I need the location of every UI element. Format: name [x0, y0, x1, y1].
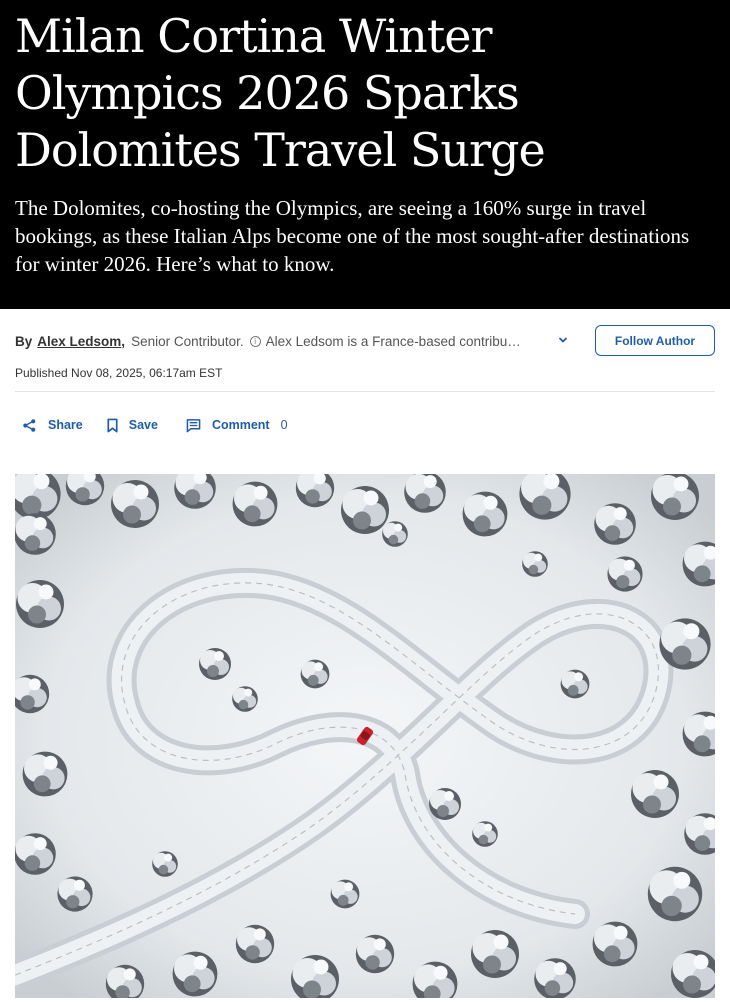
author-title: Senior Contributor. — [131, 333, 244, 349]
share-button[interactable]: Share — [22, 418, 83, 433]
byline: By Alex Ledsom , Senior Contributor. i A… — [15, 331, 522, 351]
comment-label: Comment — [211, 418, 270, 432]
article-dek: The Dolomites, co-hosting the Olympics, … — [15, 196, 690, 276]
divider — [15, 391, 715, 392]
author-link[interactable]: Alex Ledsom — [37, 334, 121, 349]
byline-comma: , — [121, 333, 126, 349]
comment-icon — [186, 418, 201, 432]
comment-button[interactable]: Comment 0 — [186, 418, 288, 433]
share-icon — [23, 418, 36, 432]
hero-image — [15, 474, 715, 998]
headline: Milan Cortina Winter Olympics 2026 Spark… — [15, 9, 546, 177]
save-button[interactable]: Save — [105, 418, 158, 433]
follow-author-button[interactable]: Follow Author — [595, 325, 715, 356]
bookmark-icon — [107, 418, 118, 432]
info-icon: i — [249, 335, 261, 347]
author-bio: Alex Ledsom is a France-based contributo… — [265, 333, 522, 349]
save-label: Save — [128, 418, 158, 432]
snowy-winding-road-illustration — [15, 474, 715, 998]
comment-count: 0 — [280, 418, 288, 432]
byline-prefix: By — [15, 333, 33, 349]
article-header: Milan Cortina Winter Olympics 2026 Spark… — [0, 0, 730, 309]
chevron-down-icon[interactable] — [556, 333, 570, 347]
article-actions: Share Save Comment 0 — [22, 415, 288, 435]
publish-date: Published Nov 08, 2025, 06:17am EST — [15, 366, 223, 380]
share-label: Share — [48, 418, 83, 432]
